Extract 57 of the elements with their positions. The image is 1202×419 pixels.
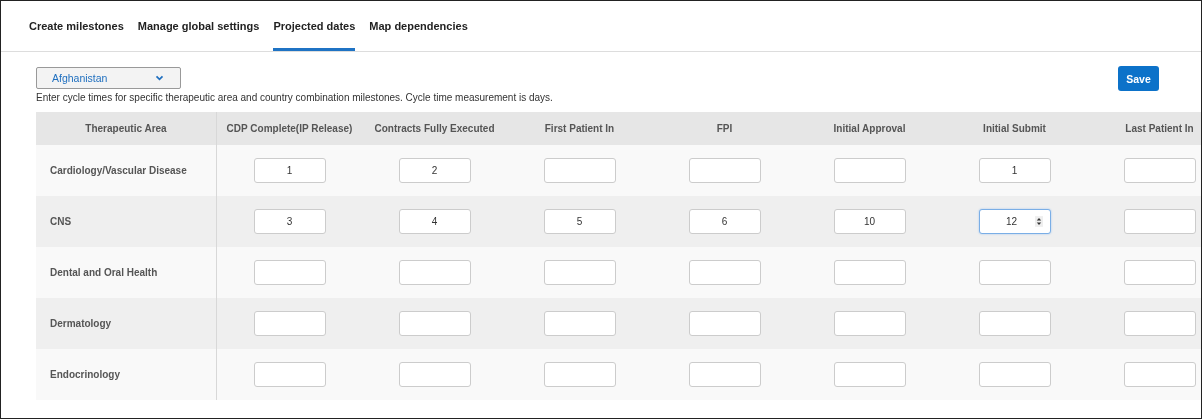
number-field[interactable]	[253, 362, 326, 387]
number-field[interactable]	[978, 362, 1051, 387]
number-field[interactable]	[1123, 158, 1196, 183]
number-field[interactable]	[833, 260, 906, 285]
number-field[interactable]	[688, 311, 761, 336]
number-field[interactable]	[978, 311, 1051, 336]
column-header: CDP Complete(IP Release)	[216, 112, 362, 145]
save-button[interactable]: Save	[1118, 66, 1159, 91]
number-field[interactable]: 1	[978, 158, 1051, 183]
table-cell: CNS	[36, 196, 217, 247]
column-header: Therapeutic Area	[36, 112, 217, 145]
number-field[interactable]: 6	[688, 209, 761, 234]
number-field[interactable]	[833, 158, 906, 183]
number-field[interactable]	[833, 362, 906, 387]
chevron-down-icon	[155, 75, 164, 81]
column-header: Contracts Fully Executed	[362, 112, 507, 145]
spinner-icon[interactable]	[1034, 216, 1043, 227]
tab[interactable]: Manage global settings	[137, 1, 260, 51]
number-field[interactable]	[1123, 362, 1196, 387]
description-text: Enter cycle times for specific therapeutic area and country combination milestones. Cycle time measurement is days.	[36, 92, 554, 105]
column-header: Initial Approval	[797, 112, 942, 145]
tab[interactable]: Projected dates	[273, 1, 356, 51]
number-field[interactable]	[543, 311, 616, 336]
number-field[interactable]	[1123, 209, 1196, 234]
column-header: First Patient In	[507, 112, 652, 145]
number-field[interactable]: 1	[253, 158, 326, 183]
number-field[interactable]: 2	[398, 158, 471, 183]
table-cell: Dermatology	[36, 298, 217, 349]
tab[interactable]: Map dependencies	[369, 1, 468, 51]
number-field[interactable]	[688, 260, 761, 285]
column-header: Last Patient In	[1087, 112, 1201, 145]
number-field[interactable]	[833, 311, 906, 336]
number-field[interactable]	[398, 362, 471, 387]
number-field[interactable]: 3	[253, 209, 326, 234]
number-field[interactable]	[688, 362, 761, 387]
number-field[interactable]	[253, 311, 326, 336]
number-field[interactable]	[978, 260, 1051, 285]
number-field[interactable]	[688, 158, 761, 183]
number-field[interactable]	[1123, 311, 1196, 336]
number-field[interactable]: 4	[398, 209, 471, 234]
table-cell: Endocrinology	[36, 349, 217, 400]
number-field[interactable]	[398, 311, 471, 336]
number-field[interactable]	[543, 158, 616, 183]
column-header: FPI	[652, 112, 797, 145]
number-field[interactable]: 10	[833, 209, 906, 234]
tab[interactable]: Create milestones	[29, 1, 124, 51]
number-field[interactable]: 5	[543, 209, 616, 234]
number-field[interactable]	[1123, 260, 1196, 285]
number-field[interactable]	[398, 260, 471, 285]
number-field[interactable]	[543, 260, 616, 285]
country-dropdown[interactable]: Afghanistan	[36, 67, 181, 89]
column-header: Initial Submit	[942, 112, 1087, 145]
number-field[interactable]	[253, 260, 326, 285]
table-cell: Cardiology/Vascular Disease	[36, 145, 217, 196]
table-cell: Dental and Oral Health	[36, 247, 217, 298]
number-field[interactable]: 12	[978, 209, 1051, 234]
number-field[interactable]	[543, 362, 616, 387]
